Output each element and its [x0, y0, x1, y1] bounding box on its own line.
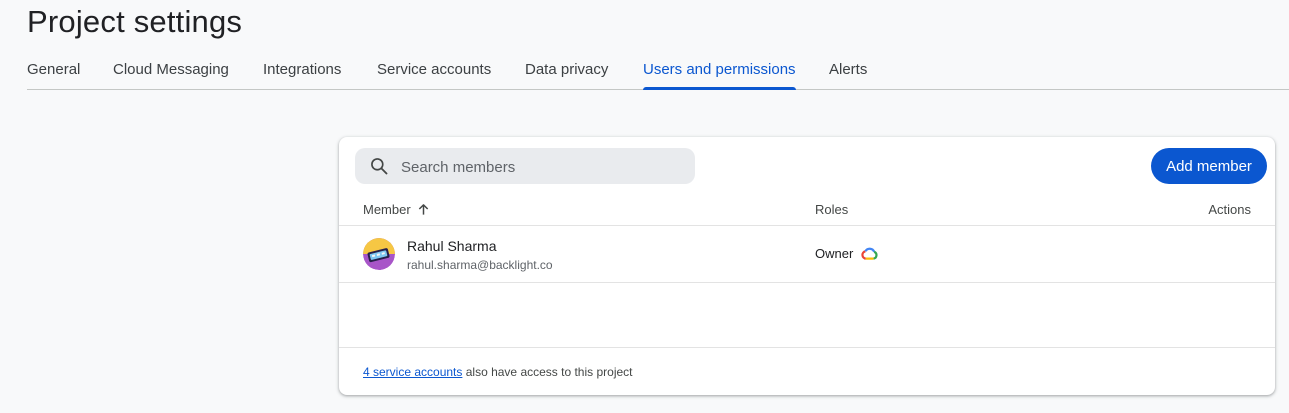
- tab-service-accounts[interactable]: Service accounts: [377, 52, 491, 89]
- tab-users-and-permissions-label: Users and permissions: [643, 61, 796, 78]
- avatar: [363, 238, 395, 270]
- table-row[interactable]: Rahul Sharma rahul.sharma@backlight.co O…: [339, 226, 1275, 283]
- page-title: Project settings: [27, 4, 243, 39]
- member-role: Owner: [815, 246, 878, 261]
- tab-alerts[interactable]: Alerts: [829, 52, 867, 89]
- footer-text: 4 service accounts also have access to t…: [363, 365, 633, 379]
- add-member-button[interactable]: Add member: [1151, 148, 1267, 184]
- tab-data-privacy[interactable]: Data privacy: [525, 52, 608, 89]
- footer-description: also have access to this project: [465, 365, 633, 379]
- settings-tabs: General Cloud Messaging Integrations Ser…: [27, 52, 1289, 90]
- column-header-actions: Actions: [1208, 202, 1251, 217]
- member-name: Rahul Sharma: [407, 238, 497, 254]
- google-cloud-icon: [861, 247, 878, 260]
- active-tab-indicator: [643, 87, 796, 90]
- member-role-label: Owner: [815, 246, 854, 261]
- tab-cloud-messaging[interactable]: Cloud Messaging: [113, 52, 229, 89]
- sort-ascending-icon[interactable]: [417, 203, 430, 216]
- column-header-member[interactable]: Member: [363, 202, 430, 217]
- member-email: rahul.sharma@backlight.co: [407, 258, 553, 272]
- search-members-input[interactable]: [399, 148, 683, 186]
- members-card: Add member Member Roles Actions Rahul Sh…: [339, 137, 1275, 395]
- search-members-field[interactable]: [355, 148, 695, 186]
- service-accounts-link[interactable]: 4 service accounts: [363, 365, 462, 379]
- members-table-header: Member Roles Actions: [339, 193, 1275, 226]
- tab-users-and-permissions[interactable]: Users and permissions: [643, 52, 796, 90]
- members-footer: 4 service accounts also have access to t…: [339, 347, 1275, 395]
- search-icon: [371, 158, 388, 175]
- tab-integrations[interactable]: Integrations: [263, 52, 341, 89]
- column-header-member-label: Member: [363, 202, 411, 217]
- tab-general[interactable]: General: [27, 52, 80, 89]
- column-header-roles: Roles: [815, 202, 849, 217]
